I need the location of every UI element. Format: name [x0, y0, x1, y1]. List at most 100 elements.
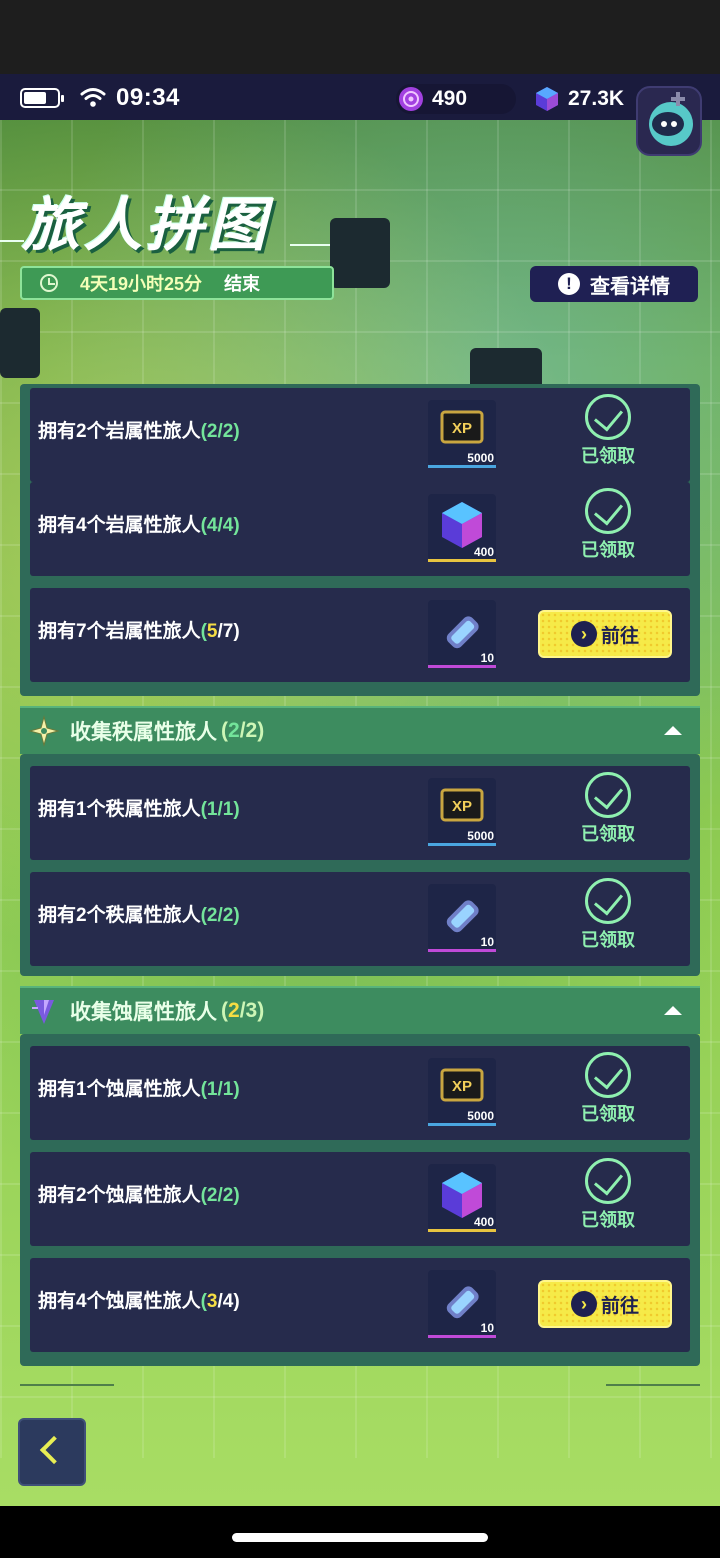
back-button[interactable] [18, 1418, 86, 1486]
section-title: 收集蚀属性旅人 [70, 1001, 217, 1024]
svg-text:XP: XP [452, 420, 472, 437]
task-label: 拥有4个岩属性旅人(4/4) [38, 515, 240, 536]
check-circle-icon [585, 878, 631, 924]
reward-quantity: 5000 [467, 829, 494, 843]
cube-counter[interactable]: 27.3K [532, 84, 632, 114]
task-label: 拥有2个秩属性旅人(2/2) [38, 905, 240, 926]
go-button[interactable]: › 前往 [538, 1280, 672, 1328]
check-circle-icon [585, 1052, 631, 1098]
section-count-open: ( [221, 719, 228, 742]
clock-icon [40, 274, 58, 292]
battery-icon [20, 88, 64, 108]
reward-quantity: 400 [473, 1215, 494, 1229]
device-bottom-bezel [0, 1506, 720, 1558]
reward-quantity: 5000 [467, 1109, 494, 1123]
reward-quantity: 10 [480, 651, 494, 665]
task-label: 拥有2个岩属性旅人(2/2) [38, 421, 240, 442]
gem-counter[interactable]: 490 [396, 84, 516, 114]
purple-gem-icon [399, 87, 423, 111]
collapse-triangle-icon[interactable] [664, 1006, 682, 1015]
reward-cube[interactable]: 400 [428, 494, 496, 562]
task-row: 拥有4个蚀属性旅人(3/4) 10 › 前往 [30, 1258, 690, 1352]
section-count-total: /3) [239, 999, 265, 1022]
view-details-label: 查看详情 [590, 275, 670, 298]
reward-cube[interactable]: 400 [428, 1164, 496, 1232]
reward-ticket[interactable]: 10 [428, 884, 496, 952]
go-button[interactable]: › 前往 [538, 610, 672, 658]
section-count-current: 2 [228, 999, 240, 1022]
reward-quantity: 400 [473, 545, 494, 559]
claimed-label: 已领取 [581, 1210, 635, 1230]
check-circle-icon [585, 488, 631, 534]
claimed-status: 已领取 [576, 394, 640, 474]
wifi-icon [80, 88, 106, 107]
corrosion-section-header[interactable]: 收集蚀属性旅人 ( 2 /3) [20, 986, 700, 1034]
go-label: 前往 [600, 625, 639, 647]
reward-xp-chip[interactable]: XP 5000 [428, 400, 496, 468]
rarity-bar [428, 665, 496, 668]
footer-divider [20, 1384, 114, 1386]
timer-suffix: 结束 [224, 274, 261, 294]
reward-quantity: 5000 [467, 451, 494, 465]
section-count-open: ( [221, 999, 228, 1022]
claimed-status: 已领取 [576, 488, 640, 568]
claimed-label: 已领取 [581, 824, 635, 844]
reward-ticket[interactable]: 10 [428, 1270, 496, 1338]
reward-xp-chip[interactable]: XP 5000 [428, 1058, 496, 1126]
rarity-bar [428, 949, 496, 952]
section-count-current: 2 [228, 719, 240, 742]
svg-text:XP: XP [452, 798, 472, 815]
order-sparkle-icon [28, 715, 60, 747]
task-label: 拥有2个蚀属性旅人(2/2) [38, 1185, 240, 1206]
section-count-total: /2) [239, 719, 265, 742]
page-title: 旅人拼图 [22, 193, 271, 258]
claimed-status: 已领取 [576, 772, 640, 852]
puzzle-gap [330, 218, 390, 288]
task-row: 拥有2个秩属性旅人(2/2) 10 已领取 [30, 872, 690, 966]
gem-value: 490 [432, 87, 468, 110]
avatar-mascot-icon [649, 92, 693, 146]
task-label: 拥有1个秩属性旅人(1/1) [38, 799, 240, 820]
chevron-left-icon [39, 1435, 69, 1465]
title-decor-line [0, 240, 24, 242]
check-circle-icon [585, 394, 631, 440]
task-row: 拥有2个岩属性旅人(2/2) XP 5000 已领取 [30, 388, 690, 482]
clock: 09:34 [116, 84, 180, 111]
task-label: 拥有7个岩属性旅人(5/7) [38, 621, 240, 642]
claimed-label: 已领取 [581, 446, 635, 466]
check-circle-icon [585, 1158, 631, 1204]
reward-ticket[interactable]: 10 [428, 600, 496, 668]
reward-quantity: 10 [480, 1321, 494, 1335]
reward-quantity: 10 [480, 935, 494, 949]
rarity-bar [428, 1335, 496, 1338]
rarity-bar [428, 843, 496, 846]
device-top-bezel [0, 0, 720, 74]
player-avatar[interactable] [636, 86, 702, 156]
title-decor-line [290, 244, 330, 246]
reward-xp-chip[interactable]: XP 5000 [428, 778, 496, 846]
chevron-right-icon: › [570, 621, 597, 647]
timer-remaining: 4天19小时25分 [80, 274, 203, 294]
claimed-status: 已领取 [576, 1158, 640, 1238]
claimed-label: 已领取 [581, 1104, 635, 1124]
task-label: 拥有1个蚀属性旅人(1/1) [38, 1079, 240, 1100]
rarity-bar [428, 465, 496, 468]
rarity-bar [428, 1229, 496, 1232]
task-row: 拥有1个蚀属性旅人(1/1) XP 5000 已领取 [30, 1046, 690, 1140]
home-indicator[interactable] [232, 1533, 488, 1542]
check-circle-icon [585, 772, 631, 818]
section-title: 收集秩属性旅人 [70, 721, 217, 744]
claimed-label: 已领取 [581, 930, 635, 950]
task-row: 拥有1个秩属性旅人(1/1) XP 5000 已领取 [30, 766, 690, 860]
order-section-header[interactable]: 收集秩属性旅人 ( 2 /2) [20, 706, 700, 754]
claimed-status: 已领取 [576, 1052, 640, 1132]
collapse-triangle-icon[interactable] [664, 726, 682, 735]
rarity-bar [428, 559, 496, 562]
exclamation-icon: ! [558, 273, 580, 295]
view-details-button[interactable]: ! 查看详情 [530, 266, 698, 302]
corrosion-crystal-icon [32, 1000, 54, 1024]
event-timer: 4天19小时25分 结束 [20, 266, 334, 300]
claimed-label: 已领取 [581, 540, 635, 560]
task-row: 拥有7个岩属性旅人(5/7) 10 › 前往 [30, 588, 690, 682]
puzzle-gap [0, 308, 40, 378]
